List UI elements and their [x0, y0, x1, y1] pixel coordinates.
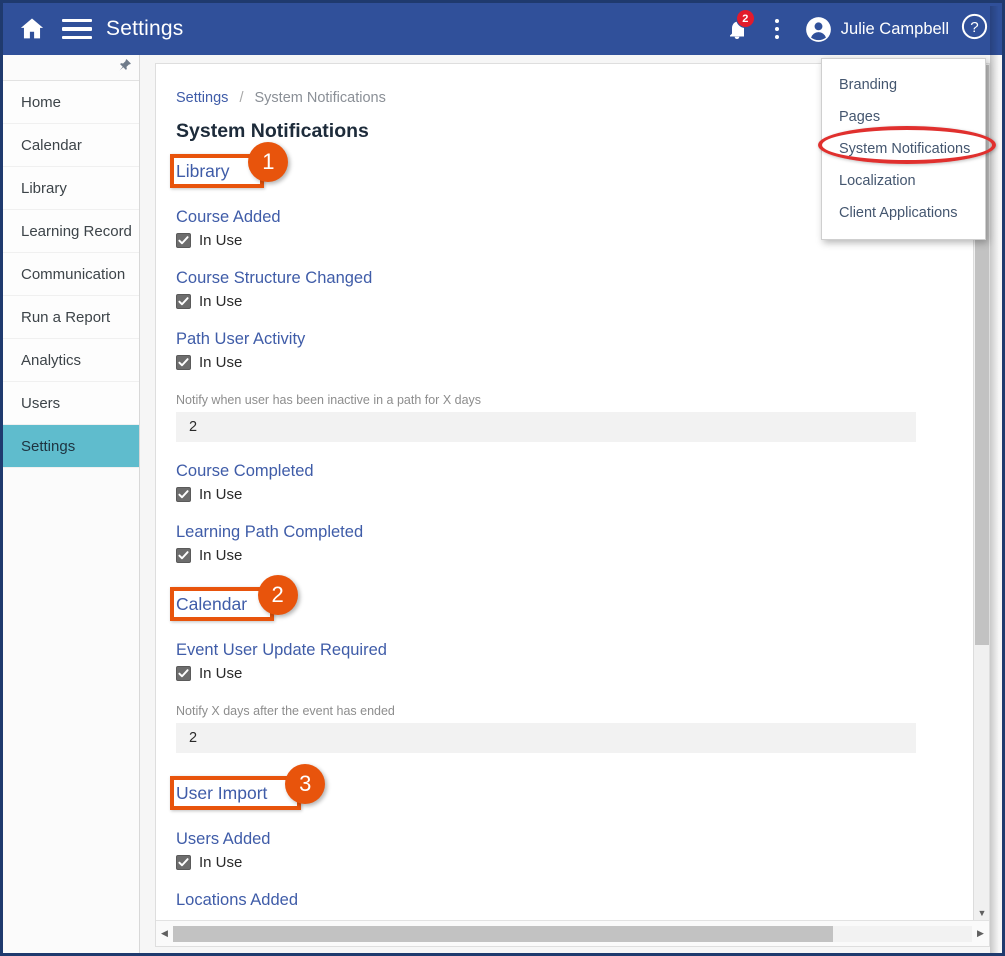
sidebar-item-label: Library [21, 179, 67, 197]
horizontal-scrollbar-track[interactable] [173, 925, 972, 942]
scroll-right-arrow-icon[interactable]: ▶ [972, 928, 989, 939]
section-heading-wrapper: Library 1 [170, 142, 289, 188]
in-use-checkbox[interactable] [176, 548, 191, 563]
sidebar-item-calendar[interactable]: Calendar [3, 124, 139, 167]
sidebar-item-settings[interactable]: Settings [3, 425, 139, 468]
notification-title[interactable]: Path User Activity [176, 330, 974, 349]
section-heading-wrapper: User Import 3 [170, 764, 326, 810]
annotation-marker-3: 3 [285, 764, 326, 804]
section-heading-calendar[interactable]: Calendar [176, 594, 247, 615]
breadcrumb-parent[interactable]: Settings [176, 90, 228, 106]
field-label: Notify X days after the event has ended [176, 704, 395, 718]
in-use-label: In Use [199, 486, 243, 503]
in-use-checkbox[interactable] [176, 294, 191, 309]
more-vertical-icon[interactable] [763, 14, 791, 44]
home-icon[interactable] [18, 15, 46, 43]
section-heading-wrapper: Calendar 2 [170, 575, 298, 621]
svg-text:?: ? [970, 19, 978, 36]
days-input-field[interactable]: 2 [176, 723, 916, 753]
dropdown-item-pages[interactable]: Pages [822, 101, 985, 133]
days-input-field[interactable]: 2 [176, 412, 916, 442]
sidebar-item-run-a-report[interactable]: Run a Report [3, 296, 139, 339]
sidebar-item-analytics[interactable]: Analytics [3, 339, 139, 382]
annotation-marker-2: 2 [257, 575, 298, 615]
application-window: Settings 2 Julie Campbell ? Home Calendar… [0, 0, 1005, 956]
pushpin-icon[interactable] [117, 58, 132, 78]
in-use-label: In Use [199, 293, 243, 310]
notification-title[interactable]: Users Added [176, 830, 974, 849]
sidebar-item-label: Home [21, 93, 62, 111]
dropdown-item-client-applications[interactable]: Client Applications [822, 197, 985, 229]
sidebar-pin-row [3, 55, 139, 81]
app-title: Settings [106, 17, 184, 40]
section-heading-user-import[interactable]: User Import [176, 783, 267, 804]
horizontal-scrollbar-thumb[interactable] [173, 925, 833, 942]
sidebar-navigation: Home Calendar Library Learning Record Commun… [3, 55, 140, 953]
user-menu[interactable]: Julie Campbell [805, 16, 949, 43]
dropdown-item-system-notifications[interactable]: System Notifications [818, 126, 996, 165]
sidebar-item-label: Learning Record [21, 222, 132, 240]
scroll-left-arrow-icon[interactable]: ◀ [156, 928, 173, 939]
notification-title[interactable]: Event User Update Required [176, 641, 974, 660]
in-use-checkbox-row[interactable]: In Use [176, 854, 974, 871]
notification-sections: Library 1 Course Added In Use Course Structu… [170, 142, 974, 910]
user-name-label: Julie Campbell [840, 19, 949, 38]
in-use-label: In Use [199, 665, 243, 682]
user-avatar-icon [805, 16, 831, 42]
sidebar-item-label: Run a Report [21, 308, 111, 326]
dropdown-item-branding[interactable]: Branding [822, 69, 985, 101]
in-use-label: In Use [199, 354, 243, 371]
sidebar-menu-list: Home Calendar Library Learning Record Commun… [3, 81, 139, 468]
in-use-checkbox[interactable] [176, 233, 191, 248]
top-navigation-bar: Settings 2 Julie Campbell ? [3, 3, 1002, 55]
horizontal-scrollbar[interactable]: ◀ ▶ [156, 920, 989, 946]
in-use-checkbox[interactable] [176, 355, 191, 370]
notification-title[interactable]: Course Structure Changed [176, 269, 974, 288]
window-shadow [990, 6, 999, 953]
sidebar-item-communication[interactable]: Communication [3, 253, 139, 296]
sidebar-item-label: Users [21, 394, 61, 412]
notifications-bell[interactable]: 2 [719, 9, 755, 46]
sidebar-item-label: Analytics [21, 351, 82, 369]
in-use-checkbox-row[interactable]: In Use [176, 665, 974, 682]
in-use-checkbox[interactable] [176, 855, 191, 870]
sidebar-item-home[interactable]: Home [3, 81, 139, 124]
sidebar-item-label: Calendar [21, 136, 82, 154]
sidebar-item-learning-record[interactable]: Learning Record [3, 210, 139, 253]
hamburger-menu-icon[interactable] [62, 18, 92, 40]
sidebar-item-users[interactable]: Users [3, 382, 139, 425]
in-use-label: In Use [199, 854, 243, 871]
notification-title[interactable]: Learning Path Completed [176, 523, 974, 542]
in-use-label: In Use [199, 547, 243, 564]
in-use-label: In Use [199, 232, 243, 249]
in-use-checkbox-row[interactable]: In Use [176, 354, 974, 371]
dropdown-item-localization[interactable]: Localization [822, 165, 985, 197]
sidebar-item-label: Settings [21, 437, 76, 455]
in-use-checkbox[interactable] [176, 666, 191, 681]
sidebar-item-label: Communication [21, 265, 126, 283]
section-heading-library[interactable]: Library [176, 161, 230, 182]
in-use-checkbox-row[interactable]: In Use [176, 486, 974, 503]
sidebar-item-library[interactable]: Library [3, 167, 139, 210]
notification-title[interactable]: Course Completed [176, 462, 974, 481]
notification-count-badge: 2 [735, 9, 755, 28]
breadcrumb-current: System Notifications [254, 90, 386, 106]
in-use-checkbox[interactable] [176, 487, 191, 502]
annotation-marker-1: 1 [248, 142, 289, 182]
field-label: Notify when user has been inactive in a … [176, 393, 482, 407]
breadcrumb-separator: / [239, 90, 244, 106]
topbar-actions: 2 Julie Campbell ? [719, 9, 1002, 46]
help-circle-icon[interactable]: ? [961, 13, 988, 45]
scroll-down-arrow-icon[interactable]: ▼ [974, 904, 989, 921]
in-use-checkbox-row[interactable]: In Use [176, 547, 974, 564]
notification-title[interactable]: Locations Added [176, 891, 974, 910]
in-use-checkbox-row[interactable]: In Use [176, 293, 974, 310]
settings-dropdown-menu: Branding Pages System Notifications Localiz… [818, 58, 996, 240]
